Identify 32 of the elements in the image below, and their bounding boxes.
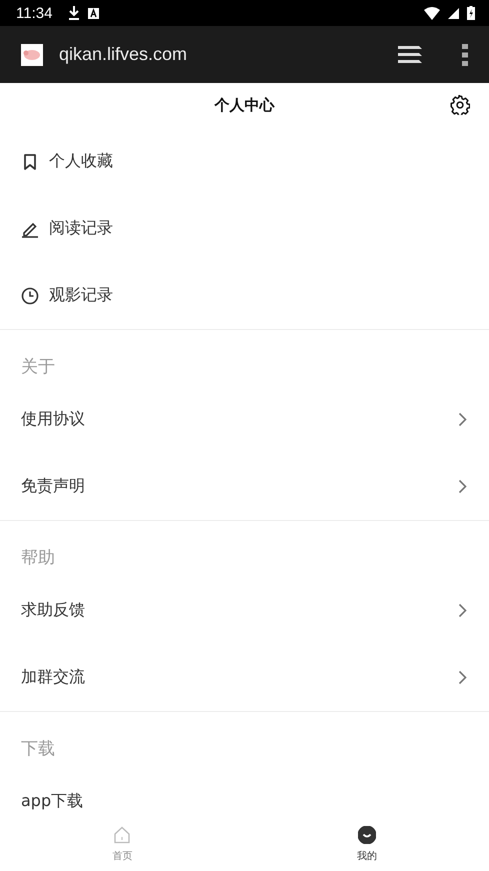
menu-item-label: 阅读记录 (49, 218, 113, 239)
tab[interactable]: 首页 (0, 818, 244, 871)
status-time: 11:34 (16, 4, 52, 22)
notification-icon (88, 8, 100, 18)
section-heading: 帮助 (20, 547, 56, 570)
wifi-icon (424, 6, 440, 20)
menu-item[interactable]: 加群交流 (21, 667, 85, 688)
page-title: 个人中心 (214, 96, 274, 115)
download-icon (68, 6, 80, 20)
section-heading: 下载 (20, 738, 56, 761)
bookmark-icon (21, 152, 39, 170)
home-icon (113, 826, 132, 844)
clock-icon (21, 286, 39, 304)
more-icon[interactable] (462, 44, 468, 66)
menu-item[interactable]: 个人收藏 (0, 128, 489, 195)
menu-item-label: 个人收藏 (49, 151, 113, 172)
tab[interactable]: 我的 (244, 818, 489, 871)
menu-item[interactable]: 阅读记录 (0, 195, 489, 262)
tabs-icon[interactable] (398, 44, 424, 64)
section-heading: 关于 (20, 356, 56, 379)
signal-icon (448, 8, 459, 18)
menu-item[interactable]: 使用协议 (21, 409, 85, 430)
menu-item[interactable]: app下载 (21, 791, 84, 812)
smile-icon (358, 826, 376, 844)
settings-icon[interactable] (450, 95, 470, 115)
site-icon[interactable] (21, 44, 43, 66)
battery-icon (467, 6, 475, 20)
menu-item[interactable]: 免责声明 (21, 476, 85, 497)
menu-item-label: 观影记录 (49, 285, 113, 306)
menu-item[interactable]: 观影记录 (0, 262, 489, 329)
url-text[interactable]: qikan.lifves.com (59, 44, 398, 65)
menu-item[interactable]: 求助反馈 (21, 600, 85, 621)
